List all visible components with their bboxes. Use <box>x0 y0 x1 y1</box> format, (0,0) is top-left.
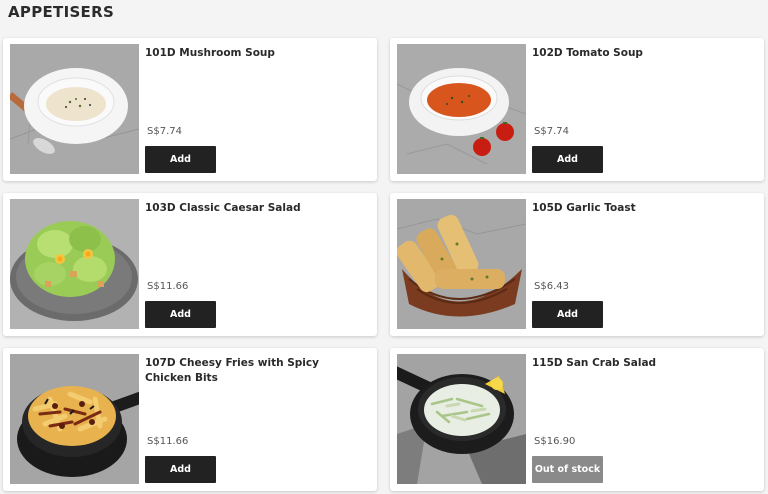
item-name: 103D Classic Caesar Salad <box>145 202 301 214</box>
item-name: 102D Tomato Soup <box>532 47 643 59</box>
add-button[interactable]: Add <box>145 301 216 328</box>
item-name: 115D San Crab Salad <box>532 357 657 369</box>
add-button[interactable]: Add <box>145 456 216 483</box>
item-name: 107D Cheesy Fries with Spicy Chicken Bit… <box>145 357 319 384</box>
item-price: S$7.74 <box>147 126 182 137</box>
crab-salad-image <box>397 354 526 484</box>
menu-item-card[interactable]: 115D San Crab Salad S$16.90 Out of stock <box>390 348 764 491</box>
add-button[interactable]: Add <box>145 146 216 173</box>
add-button[interactable]: Add <box>532 146 603 173</box>
out-of-stock-button[interactable]: Out of stock <box>532 456 603 483</box>
menu-item-card[interactable]: 101D Mushroom Soup S$7.74 Add <box>3 38 377 181</box>
section-title: APPETISERS <box>8 3 115 21</box>
menu-grid: 101D Mushroom Soup S$7.74 Add 102D Tomat… <box>3 38 765 491</box>
menu-item-card[interactable]: 107D Cheesy Fries with Spicy Chicken Bit… <box>3 348 377 491</box>
add-button[interactable]: Add <box>532 301 603 328</box>
caesar-salad-image <box>10 199 139 329</box>
garlic-toast-image <box>397 199 526 329</box>
mushroom-soup-image <box>10 44 139 174</box>
item-name: 105D Garlic Toast <box>532 202 636 214</box>
cheesy-fries-image <box>10 354 139 484</box>
menu-item-card[interactable]: 103D Classic Caesar Salad S$11.66 Add <box>3 193 377 336</box>
item-price: S$6.43 <box>534 281 569 292</box>
item-price: S$7.74 <box>534 126 569 137</box>
menu-item-card[interactable]: 102D Tomato Soup S$7.74 Add <box>390 38 764 181</box>
menu-item-card[interactable]: 105D Garlic Toast S$6.43 Add <box>390 193 764 336</box>
item-price: S$11.66 <box>147 281 189 292</box>
item-name: 101D Mushroom Soup <box>145 47 275 59</box>
item-price: S$11.66 <box>147 436 189 447</box>
item-price: S$16.90 <box>534 436 576 447</box>
tomato-soup-image <box>397 44 526 174</box>
